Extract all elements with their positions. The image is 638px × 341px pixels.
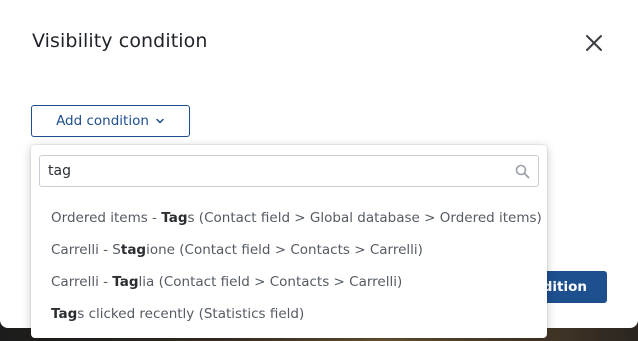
dropdown-option[interactable]: Tags clicked recently (Statistics field) (31, 298, 547, 330)
dialog-title: Visibility condition (32, 30, 208, 52)
chevron-down-icon (156, 118, 164, 124)
search-icon (515, 164, 530, 179)
match-highlight: Tag (51, 306, 78, 322)
search-input[interactable] (48, 156, 488, 186)
close-button[interactable] (584, 33, 604, 53)
match-highlight: Tag (161, 210, 188, 226)
dropdown-option[interactable]: Carrelli - Stagione (Contact field > Con… (31, 234, 547, 266)
search-field[interactable] (39, 155, 539, 187)
match-highlight: Tag (112, 274, 139, 290)
dropdown-option[interactable]: Ordered items - Tags (Contact field > Gl… (31, 202, 547, 234)
close-icon (586, 35, 602, 51)
condition-dropdown: Ordered items - Tags (Contact field > Gl… (31, 145, 547, 338)
add-condition-button[interactable]: Add condition (31, 105, 190, 137)
dropdown-option[interactable]: Carrelli - Taglia (Contact field > Conta… (31, 266, 547, 298)
match-highlight: tag (120, 242, 147, 258)
add-condition-label: Add condition (56, 113, 149, 129)
